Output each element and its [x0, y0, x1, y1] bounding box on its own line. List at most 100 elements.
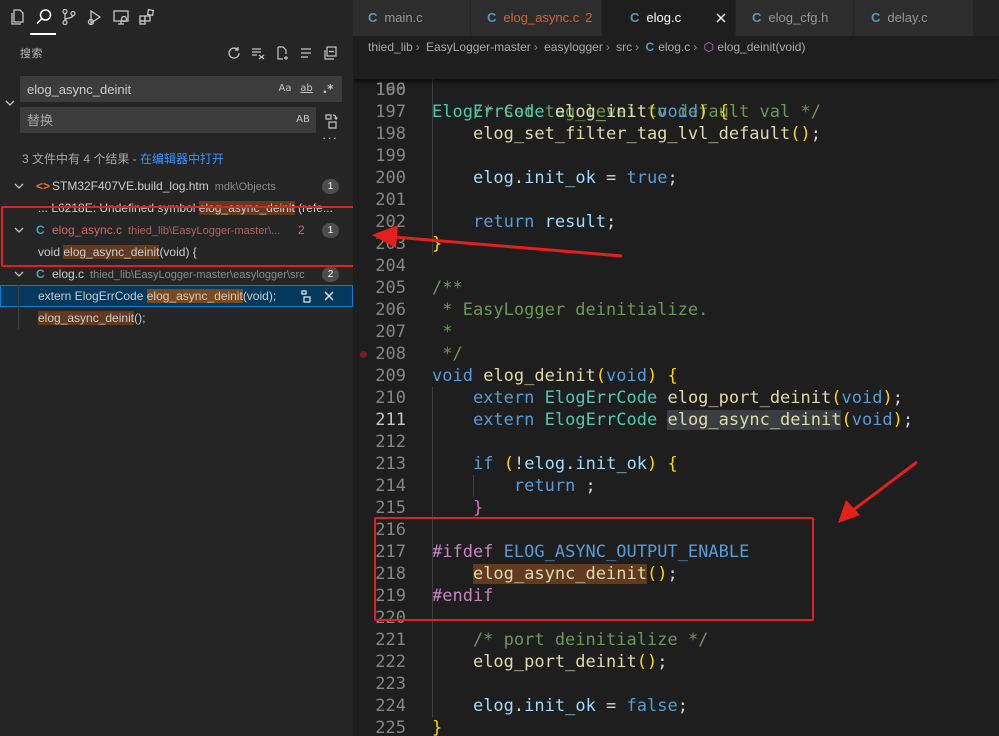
- tab-label: elog_cfg.h: [768, 10, 829, 25]
- code-text: extern ElogErrCode elog_port_deinit(void…: [472, 388, 903, 408]
- clear-results-icon[interactable]: [249, 44, 267, 62]
- search-icon[interactable]: [34, 7, 54, 27]
- match-row[interactable]: elog_async_deinit();: [0, 307, 353, 329]
- chevron-right-icon: ›: [533, 40, 538, 54]
- tab-elog-cfg-h[interactable]: Celog_cfg.h: [736, 0, 854, 36]
- code-line: 223: [353, 673, 999, 695]
- match-suffix: (void);: [242, 289, 277, 303]
- run-debug-icon[interactable]: [85, 7, 105, 27]
- code-text: elog.init_ok = false;: [472, 696, 688, 716]
- collapse-all-icon[interactable]: [321, 44, 339, 62]
- code-text: ElogErrCode elog_init(void) {: [432, 102, 729, 122]
- c-file-icon: C: [752, 10, 762, 25]
- tab-elog-c[interactable]: Celog.c: [602, 0, 736, 36]
- new-search-editor-icon[interactable]: [273, 44, 291, 62]
- search-field: Aa ab .*: [20, 76, 342, 102]
- extensions-icon[interactable]: [137, 7, 157, 27]
- code-line: 210 extern ElogErrCode elog_port_deinit(…: [353, 387, 999, 409]
- source-control-icon[interactable]: [59, 7, 79, 27]
- line-number: 201: [375, 190, 406, 210]
- replace-all-icon[interactable]: [323, 112, 339, 130]
- results-summary: 3 文件中有 4 个结果 - 在编辑器中打开: [22, 150, 224, 167]
- preserve-case-toggle[interactable]: AB: [294, 112, 312, 128]
- line-number: 199: [375, 146, 406, 166]
- code-line: 160 ElogErrCode elog_init(void) {: [353, 57, 999, 122]
- line-number: 203: [375, 234, 406, 254]
- match-count-badge: 1: [322, 179, 339, 194]
- line-number: 223: [375, 674, 406, 694]
- activity-bar: [0, 0, 353, 36]
- code-text: }: [472, 498, 484, 518]
- match-prefix: extern ElogErrCode: [38, 289, 147, 303]
- c-file-icon: C: [630, 10, 640, 25]
- toggle-search-details-icon[interactable]: ···: [322, 131, 338, 147]
- open-in-editor-link[interactable]: 在编辑器中打开: [140, 152, 224, 166]
- breadcrumb-item[interactable]: thied_lib: [368, 40, 413, 54]
- chevron-down-icon[interactable]: [12, 267, 26, 281]
- line-number: 211: [375, 410, 406, 430]
- tab-delay-c[interactable]: Cdelay.c: [854, 0, 974, 36]
- replace-icon[interactable]: [298, 288, 314, 304]
- indent-guide: [473, 475, 474, 497]
- replace-field: AB: [20, 107, 316, 133]
- explorer-icon[interactable]: [8, 7, 28, 27]
- code-line: 196: [353, 79, 999, 101]
- replace-input[interactable]: [20, 107, 260, 133]
- code-text: }: [432, 718, 443, 736]
- results-count-text: 3 文件中有 4 个结果 -: [22, 152, 141, 166]
- toggle-replace-chevron-icon[interactable]: [3, 96, 17, 110]
- line-number: 206: [375, 300, 406, 320]
- search-side-panel: 搜索 Aa ab .* AB ··· 3 文件中有 4 个结果 - 在编辑器中打…: [0, 0, 353, 736]
- file-path-text: thied_lib\EasyLogger-master\easylogger\s…: [90, 269, 305, 281]
- code-line: 205 /**: [353, 277, 999, 299]
- breadcrumb-item[interactable]: easylogger: [544, 40, 603, 54]
- code-line: 199: [353, 145, 999, 167]
- match-row-selected[interactable]: extern ElogErrCode elog_async_deinit(voi…: [0, 285, 353, 307]
- line-number: 207: [375, 322, 406, 342]
- breakpoint-hint-icon[interactable]: [360, 351, 367, 358]
- code-line: 208 */: [353, 343, 999, 365]
- code-text: */: [432, 344, 463, 364]
- line-number: 204: [375, 256, 406, 276]
- close-tab-icon[interactable]: [714, 11, 728, 25]
- html-file-icon: <>: [36, 179, 51, 193]
- remote-explorer-icon[interactable]: [111, 7, 131, 27]
- chevron-down-icon[interactable]: [12, 179, 26, 193]
- code-text: /* port deinitialize */: [432, 630, 709, 650]
- line-number: 210: [375, 388, 406, 408]
- match-case-toggle[interactable]: Aa: [277, 81, 293, 97]
- breadcrumb: thied_lib › EasyLogger-master › easylogger…: [353, 36, 999, 58]
- tree-indent-guide: [18, 285, 19, 329]
- match-highlight: elog_async_deinit: [146, 289, 243, 303]
- tab-elog-async-c[interactable]: Celog_async.c 2: [471, 0, 602, 36]
- search-input[interactable]: [20, 76, 260, 102]
- line-number: 224: [375, 696, 406, 716]
- line-number: 215: [375, 498, 406, 518]
- refresh-icon[interactable]: [225, 44, 243, 62]
- annotation-box-right: [374, 517, 814, 621]
- code-text: extern ElogErrCode elog_async_deinit(voi…: [472, 410, 914, 430]
- match-suffix: ();: [134, 311, 146, 325]
- file-name-text: elog.c: [52, 267, 85, 281]
- dismiss-close-icon[interactable]: [321, 288, 337, 304]
- tab-main-c[interactable]: Cmain.c: [353, 0, 471, 36]
- code-line: 200 elog.init_ok = true;: [353, 167, 999, 189]
- line-number: 160: [375, 80, 406, 100]
- regex-toggle[interactable]: .*: [320, 81, 336, 97]
- code-text: if (!elog.init_ok) {: [472, 454, 678, 474]
- result-file-row[interactable]: <> STM32F407VE.build_log.htm mdk\Objects …: [0, 175, 353, 197]
- match-highlight: elog_async_deinit: [38, 311, 135, 325]
- code-text: elog_set_filter_tag_lvl_default();: [472, 124, 821, 144]
- breadcrumb-item[interactable]: elog.c: [658, 40, 690, 54]
- code-editor[interactable]: 160 ElogErrCode elog_init(void) { 196 197…: [353, 57, 999, 736]
- code-text: /**: [432, 278, 463, 298]
- code-line: 222 elog_port_deinit();: [353, 651, 999, 673]
- code-line: 225}: [353, 717, 999, 736]
- match-whole-word-toggle[interactable]: ab: [298, 81, 315, 97]
- breadcrumb-item[interactable]: elog_deinit(void): [717, 40, 805, 54]
- breadcrumb-item[interactable]: src: [616, 40, 632, 54]
- view-as-tree-icon[interactable]: [297, 44, 315, 62]
- breadcrumb-item[interactable]: EasyLogger-master: [426, 40, 531, 54]
- sticky-scroll-header[interactable]: 160 ElogErrCode elog_init(void) {: [353, 57, 999, 122]
- line-number: 221: [375, 630, 406, 650]
